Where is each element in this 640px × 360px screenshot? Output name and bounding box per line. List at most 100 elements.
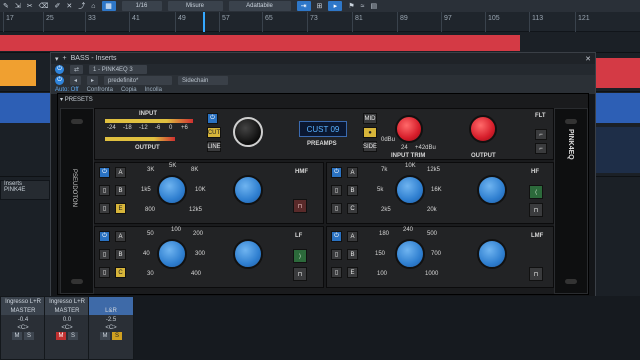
- hmf-freq-knob[interactable]: [157, 175, 187, 205]
- curve-b-button[interactable]: B: [115, 185, 126, 196]
- power-icon[interactable]: ⏻: [55, 65, 64, 74]
- shelf-shape-button[interactable]: ⟨: [529, 185, 543, 199]
- mute-button[interactable]: M: [12, 332, 22, 340]
- output-knob[interactable]: [469, 115, 497, 143]
- track-lane[interactable]: [0, 33, 640, 53]
- eraser-tool-icon[interactable]: ⌫: [39, 1, 49, 11]
- lmf-gain-knob[interactable]: [477, 239, 507, 269]
- mute-tool-icon[interactable]: ✕: [66, 1, 72, 11]
- curve-c-button[interactable]: C: [347, 203, 358, 214]
- plugin-slot-dropdown[interactable]: 1 - PINK4EQ 3: [89, 65, 148, 74]
- timebase-dropdown[interactable]: Misure: [167, 1, 223, 11]
- curve-b-button[interactable]: B: [115, 249, 126, 260]
- channel-volume[interactable]: -2.5: [89, 317, 133, 323]
- power-icon[interactable]: ⏻: [207, 113, 218, 124]
- preset-prev-icon[interactable]: ◂: [70, 76, 82, 85]
- power-icon[interactable]: ⏻: [331, 231, 342, 242]
- curve-a-button[interactable]: A: [115, 167, 126, 178]
- sidechain-button[interactable]: Sidechain: [178, 76, 229, 85]
- channel-output[interactable]: MASTER: [45, 306, 89, 315]
- range-tool-icon[interactable]: ⇲: [15, 1, 21, 11]
- audio-clip[interactable]: [0, 60, 36, 86]
- solo-button[interactable]: S: [68, 332, 78, 340]
- curve-b-button[interactable]: B: [347, 249, 358, 260]
- channel-output[interactable]: MASTER: [1, 306, 45, 315]
- lf-freq-knob[interactable]: [157, 239, 187, 269]
- mute-button[interactable]: M: [100, 332, 110, 340]
- pointer-tool-icon[interactable]: ✎: [3, 1, 9, 11]
- band-toggle[interactable]: ▯: [99, 203, 110, 214]
- power-icon[interactable]: ⏻: [331, 167, 342, 178]
- wave-icon[interactable]: ≈: [361, 1, 365, 11]
- filter-button[interactable]: ⌐: [535, 143, 547, 154]
- audio-clip[interactable]: [596, 127, 640, 173]
- band-toggle[interactable]: ▯: [99, 267, 110, 278]
- mute-button[interactable]: M: [56, 332, 66, 340]
- routing-icon[interactable]: ⇄: [70, 65, 84, 74]
- curve-c-button[interactable]: C: [115, 267, 126, 278]
- autoscroll-toggle[interactable]: ▸: [328, 1, 343, 11]
- band-toggle[interactable]: ▯: [331, 267, 342, 278]
- channel-input[interactable]: Ingresso L+R: [1, 297, 45, 306]
- solo-button[interactable]: S: [24, 332, 34, 340]
- band-toggle[interactable]: ▯: [99, 185, 110, 196]
- curve-a-button[interactable]: A: [115, 231, 126, 242]
- listen-tool-icon[interactable]: ⌂: [91, 1, 95, 11]
- cut-button[interactable]: CUT: [207, 127, 221, 138]
- filter-button[interactable]: ⌐: [535, 129, 547, 140]
- shelf-shape-button[interactable]: ⟩: [293, 249, 307, 263]
- channel-output[interactable]: L&R: [89, 306, 133, 315]
- band-toggle[interactable]: ▯: [331, 203, 342, 214]
- audio-clip[interactable]: [0, 35, 520, 51]
- channel-input[interactable]: Ingresso L+R: [45, 297, 89, 306]
- band-toggle[interactable]: ▯: [99, 249, 110, 260]
- preset-next-icon[interactable]: ▸: [87, 76, 99, 85]
- snap-value-dropdown[interactable]: 1/16: [121, 1, 162, 11]
- close-icon[interactable]: ✕: [585, 55, 591, 63]
- bell-shape-button[interactable]: ⊓: [293, 199, 307, 213]
- ms-toggle[interactable]: ●: [363, 127, 377, 138]
- input-trim-knob[interactable]: [395, 115, 423, 143]
- curve-e-button[interactable]: E: [115, 203, 126, 214]
- insert-item[interactable]: PINK4E: [1, 187, 49, 193]
- bell-shape-button[interactable]: ⊓: [529, 203, 543, 217]
- bell-shape-button[interactable]: ⊓: [529, 267, 543, 281]
- band-toggle[interactable]: ▯: [331, 185, 342, 196]
- collapse-icon[interactable]: ▾: [55, 55, 59, 63]
- add-icon[interactable]: +: [63, 55, 67, 62]
- power-icon[interactable]: ⏻: [99, 167, 110, 178]
- channel-volume[interactable]: 0.0: [45, 317, 89, 323]
- presets-button[interactable]: ▾ PRESETS: [60, 96, 93, 103]
- bell-shape-button[interactable]: ⊓: [293, 267, 307, 281]
- paint-tool-icon[interactable]: ✐: [55, 1, 61, 11]
- bypass-icon[interactable]: ⏻: [55, 76, 64, 85]
- preamp-knob[interactable]: [233, 117, 263, 147]
- channel-volume[interactable]: -0.4: [1, 317, 45, 323]
- line-button[interactable]: LINE: [207, 141, 221, 152]
- curve-a-button[interactable]: A: [347, 231, 358, 242]
- bend-tool-icon[interactable]: ⤴: [78, 1, 85, 11]
- solo-button[interactable]: S: [112, 332, 122, 340]
- band-toggle[interactable]: ▯: [331, 249, 342, 260]
- playhead[interactable]: [203, 12, 205, 32]
- channel-input[interactable]: [89, 297, 133, 306]
- curve-e-button[interactable]: E: [347, 267, 358, 278]
- mid-button[interactable]: MID: [363, 113, 377, 124]
- quantize-dropdown[interactable]: Adattabile: [228, 1, 291, 11]
- zoom-icon[interactable]: ⊞: [317, 1, 323, 11]
- curve-a-button[interactable]: A: [347, 167, 358, 178]
- snap-toggle[interactable]: ▦: [101, 1, 116, 11]
- audio-clip[interactable]: [596, 93, 640, 123]
- curve-b-button[interactable]: B: [347, 185, 358, 196]
- preamp-display[interactable]: CUST 09: [299, 121, 347, 137]
- grid-icon[interactable]: ▤: [371, 1, 378, 11]
- audio-clip[interactable]: [0, 93, 50, 123]
- power-icon[interactable]: ⏻: [99, 231, 110, 242]
- hmf-gain-knob[interactable]: [233, 175, 263, 205]
- lmf-freq-knob[interactable]: [395, 239, 425, 269]
- lf-gain-knob[interactable]: [233, 239, 263, 269]
- side-button[interactable]: SIDE: [363, 141, 377, 152]
- plugin-window-titlebar[interactable]: ▾ + BASS - Inserts ✕: [51, 53, 595, 64]
- timeline-ruler[interactable]: 17 25 33 41 49 57 65 73 81 89 97 105 113…: [0, 12, 640, 32]
- split-tool-icon[interactable]: ✂: [27, 1, 33, 11]
